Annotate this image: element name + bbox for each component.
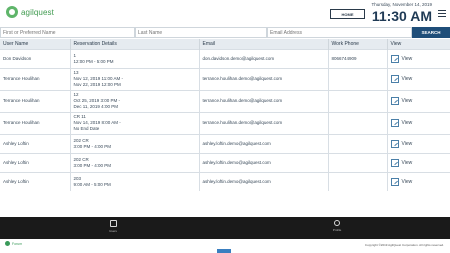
view-link[interactable]: View [402, 141, 413, 147]
email: terrance.houlihan.demo@agilquest.com [198, 111, 328, 134]
col-email[interactable]: Email [198, 39, 328, 49]
email: ashley.loftin.demo@agilquest.com [198, 133, 328, 153]
current-date: Thursday, November 14, 2019 [371, 2, 432, 7]
search-bar: SEARCH [0, 27, 450, 38]
reservation-details: 12 Oct 25, 2019 3:00 PM - Dec 11, 2019 4… [69, 89, 199, 112]
view-cell[interactable]: View [386, 152, 450, 172]
agilquest-logo[interactable]: agilquest [6, 6, 54, 18]
view-cell[interactable]: View [386, 89, 450, 112]
nav-users-label: Users [109, 229, 117, 233]
reservation-details: 202 CR 3:00 PM - 4:00 PM [69, 133, 199, 153]
table-row[interactable]: Terrance Houlihan 12 Oct 25, 2019 3:00 P… [0, 89, 450, 112]
bottom-tab[interactable] [217, 249, 231, 253]
reservation-details: 1 12:00 PM - 5:00 PM [69, 48, 199, 68]
email: ashley.loftin.demo@agilquest.com [198, 171, 328, 191]
work-phone [327, 67, 387, 90]
view-link[interactable]: View [402, 179, 413, 185]
table-row[interactable]: Don Davidson 1 12:00 PM - 5:00 PM don.da… [0, 48, 450, 68]
view-cell[interactable]: View [386, 133, 450, 153]
user-name: Ashley Loftin [0, 133, 70, 153]
copyright-text: Copyright ©2019 AgilQuest Corporation. A… [364, 243, 444, 247]
edit-icon[interactable] [390, 119, 399, 127]
clock: Thursday, November 14, 2019 11:30 AM [372, 2, 432, 25]
user-name: Terrance Houlihan [0, 111, 70, 134]
users-icon [109, 220, 117, 227]
user-name: Terrance Houlihan [0, 89, 70, 112]
email-field[interactable] [267, 27, 412, 38]
edit-icon[interactable] [390, 177, 399, 186]
work-phone [327, 89, 387, 112]
edit-icon[interactable] [390, 75, 399, 83]
email: don.davidson.demo@agilquest.com [198, 48, 328, 68]
reservation-details: 203 9:00 AM - 5:00 PM [69, 171, 199, 191]
logo-mark-icon [6, 6, 18, 18]
work-phone [327, 111, 387, 134]
edit-icon[interactable] [390, 97, 399, 105]
table-row[interactable]: Ashley Loftin 202 CR 3:00 PM - 4:00 PM a… [0, 133, 450, 153]
menu-icon[interactable] [438, 10, 446, 17]
work-phone [327, 133, 387, 153]
view-link[interactable]: View [402, 98, 413, 104]
table-row[interactable]: Terrance Houlihan CR 11 Nov 14, 2019 8:0… [0, 111, 450, 134]
email: ashley.loftin.demo@agilquest.com [198, 152, 328, 172]
view-link[interactable]: View [402, 76, 413, 82]
reservation-details: 202 CR 3:00 PM - 4:00 PM [69, 152, 199, 172]
reservation-details: CR 11 Nov 14, 2019 8:00 AM - No End Date [69, 111, 199, 134]
corp-logo-text: Forum [12, 241, 23, 246]
view-cell[interactable]: View [386, 171, 450, 191]
col-work-phone[interactable]: Work Phone [327, 39, 387, 49]
table-row[interactable]: Ashley Loftin 202 CR 3:00 PM - 4:00 PM a… [0, 152, 450, 172]
corp-logo: Forum [5, 241, 22, 246]
profile-icon [334, 220, 340, 226]
edit-icon[interactable] [390, 139, 399, 148]
view-cell[interactable]: View [386, 111, 450, 134]
table-row[interactable]: Terrance Houlihan 13 Nov 12, 2019 11:00 … [0, 67, 450, 90]
view-cell[interactable]: View [386, 67, 450, 90]
work-phone [327, 171, 387, 191]
corp-logo-icon [5, 241, 10, 246]
view-link[interactable]: View [402, 56, 413, 62]
last-name-field[interactable] [135, 27, 267, 38]
logo-text: agilquest [21, 7, 54, 17]
table-row[interactable]: Ashley Loftin 203 9:00 AM - 5:00 PM ashl… [0, 171, 450, 191]
first-name-field[interactable] [0, 27, 135, 38]
user-name: Don Davidson [0, 48, 70, 68]
table-header-row: User Name Reservation Details Email Work… [0, 39, 450, 49]
view-cell[interactable]: View [386, 48, 450, 68]
reservations-table: User Name Reservation Details Email Work… [0, 39, 450, 191]
nav-profile-label: Profile [332, 228, 342, 232]
app-header: agilquest HOME Thursday, November 14, 20… [0, 0, 450, 27]
col-user-name[interactable]: User Name [0, 39, 70, 49]
footer-nav: Users Profile [0, 217, 450, 239]
user-name: Ashley Loftin [0, 152, 70, 172]
view-link[interactable]: View [402, 120, 413, 126]
work-phone: 8066744909 [327, 48, 387, 68]
home-button[interactable]: HOME [330, 9, 365, 19]
nav-users[interactable]: Users [98, 220, 128, 233]
user-name: Terrance Houlihan [0, 67, 70, 90]
email: terrance.houlihan.demo@agilquest.com [198, 67, 328, 90]
edit-icon[interactable] [390, 54, 399, 63]
nav-profile[interactable]: Profile [322, 220, 352, 232]
user-name: Ashley Loftin [0, 171, 70, 191]
edit-icon[interactable] [390, 158, 399, 167]
view-link[interactable]: View [402, 160, 413, 166]
col-view: View [386, 39, 450, 49]
reservation-details: 13 Nov 12, 2019 11:00 AM - Nov 22, 2019 … [69, 67, 199, 90]
search-button[interactable]: SEARCH [412, 27, 450, 38]
col-reservation-details[interactable]: Reservation Details [69, 39, 199, 49]
current-time: 11:30 AM [371, 8, 432, 24]
work-phone [327, 152, 387, 172]
email: terrance.houlihan.demo@agilquest.com [198, 89, 328, 112]
